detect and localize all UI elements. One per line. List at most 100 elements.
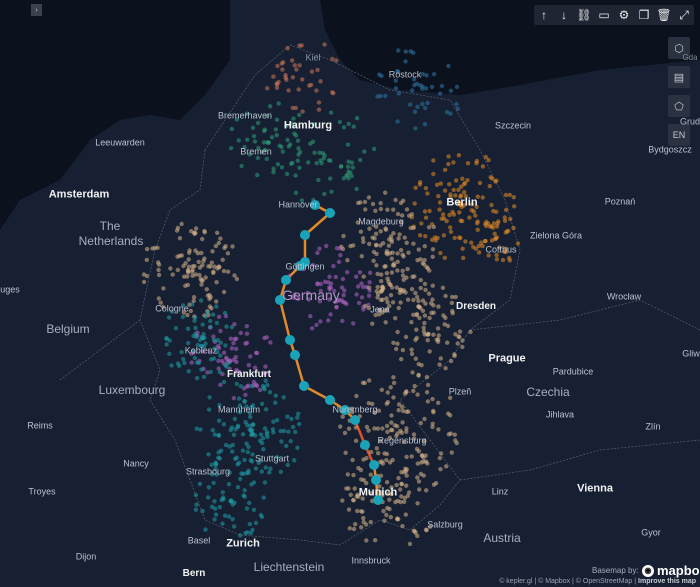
station-point (358, 157, 363, 163)
route-stop-point[interactable] (350, 415, 360, 425)
route-stop-point[interactable] (281, 275, 291, 285)
station-point (315, 282, 320, 287)
copy-button[interactable]: ❐ (634, 5, 654, 25)
station-point (193, 325, 198, 331)
station-point (391, 207, 396, 212)
basemap-label: Basemap by: (592, 566, 639, 575)
station-point (263, 465, 268, 470)
station-point (370, 321, 375, 326)
station-point (217, 402, 222, 408)
station-point (511, 225, 516, 231)
station-point (338, 424, 343, 429)
station-point (259, 469, 264, 474)
station-point (273, 127, 278, 132)
station-point (215, 349, 220, 355)
route-stop-point[interactable] (275, 295, 285, 305)
route-stop-point[interactable] (295, 261, 305, 271)
map-3d-toggle[interactable]: ⬡ (668, 37, 690, 59)
station-point (211, 270, 216, 276)
station-point (334, 246, 340, 251)
route-stop-point[interactable] (371, 475, 381, 485)
route-stop-point[interactable] (285, 335, 295, 345)
station-point (359, 254, 364, 259)
station-point (457, 210, 462, 215)
station-point (465, 161, 471, 166)
station-point (389, 420, 394, 425)
station-point (262, 480, 268, 485)
station-point (361, 515, 366, 521)
arrow-up-button[interactable]: ↑ (534, 5, 554, 25)
station-point (395, 516, 400, 521)
station-point (328, 158, 333, 163)
expand-button[interactable]: ⤢ (674, 5, 694, 25)
station-point (360, 380, 366, 385)
station-point (237, 403, 243, 408)
station-point (345, 270, 350, 275)
station-point (214, 280, 219, 285)
station-point (218, 382, 223, 387)
link-button[interactable]: ⛓ (574, 5, 594, 25)
station-point (228, 498, 233, 504)
station-point (411, 436, 417, 441)
route-stop-point[interactable] (299, 381, 309, 391)
route-stop-point[interactable] (325, 395, 335, 405)
station-point (210, 249, 215, 254)
station-point (379, 459, 385, 464)
station-point (494, 209, 499, 214)
station-point (238, 330, 243, 336)
route-stop-point[interactable] (290, 350, 300, 360)
station-point (400, 420, 405, 425)
station-point (415, 392, 420, 397)
station-point (263, 378, 268, 383)
station-point (211, 337, 217, 343)
route-stop-point[interactable] (325, 208, 335, 218)
gear-button[interactable]: ⚙ (614, 5, 634, 25)
station-point (473, 213, 478, 218)
route-stop-point[interactable] (360, 440, 370, 450)
arrow-down-button[interactable]: ↓ (554, 5, 574, 25)
language-toggle[interactable]: EN (668, 124, 690, 146)
station-point (353, 438, 359, 443)
route-stop-point[interactable] (340, 405, 350, 415)
mapbox-logo[interactable]: ◉ mapbo (642, 563, 700, 578)
station-point (263, 371, 268, 376)
station-point (424, 374, 430, 380)
route-stop-point[interactable] (310, 200, 320, 210)
legend-toggle[interactable]: ▤ (668, 66, 690, 88)
station-point (422, 416, 427, 422)
station-point (189, 360, 194, 365)
station-point (461, 255, 466, 261)
map-canvas[interactable] (0, 0, 700, 587)
station-point (351, 124, 356, 129)
station-point (206, 485, 212, 490)
station-point (393, 78, 398, 83)
station-point (285, 414, 290, 419)
comment-button[interactable]: ▭ (594, 5, 614, 25)
station-point (494, 252, 499, 258)
trash-button[interactable]: 🗑 (654, 5, 674, 25)
station-point (249, 404, 254, 410)
station-point (275, 63, 280, 69)
station-point (463, 239, 468, 244)
station-point (448, 192, 453, 197)
side-panel-toggle[interactable]: › (31, 4, 42, 16)
route-stop-point[interactable] (300, 230, 310, 240)
station-point (456, 153, 462, 158)
station-point (188, 308, 193, 314)
station-point (361, 274, 366, 279)
station-point (185, 312, 190, 318)
station-point (346, 121, 351, 127)
route-stop-point[interactable] (369, 460, 379, 470)
station-point (195, 342, 200, 348)
station-point (218, 353, 223, 358)
draw-toggle[interactable]: ⬠ (668, 95, 690, 117)
station-point (381, 241, 386, 246)
route-stop-point[interactable] (373, 495, 383, 505)
station-point (234, 336, 239, 341)
station-point (411, 297, 416, 303)
station-point (406, 490, 412, 495)
improve-map-link[interactable]: Improve this map (638, 578, 696, 585)
station-point (372, 426, 377, 431)
station-point (255, 172, 260, 178)
station-point (477, 180, 483, 186)
